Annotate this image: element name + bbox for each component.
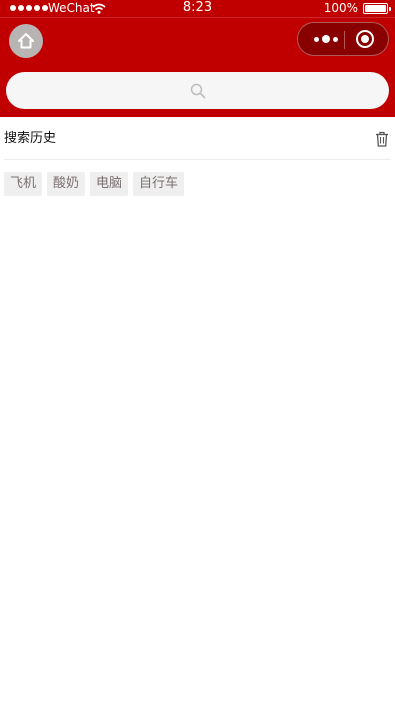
mini-program-close-icon[interactable] — [356, 30, 374, 48]
mini-program-capsule — [297, 22, 389, 56]
trash-icon[interactable] — [375, 131, 389, 147]
home-icon — [18, 33, 34, 49]
history-tag[interactable]: 电脑 — [90, 172, 129, 196]
search-input[interactable] — [6, 72, 389, 109]
status-divider — [0, 17, 395, 18]
capsule-divider — [344, 31, 345, 49]
search-box[interactable] — [6, 72, 389, 109]
battery-icon — [363, 3, 391, 14]
header-bar: WeChat 8:23 100% — [0, 0, 395, 117]
history-tag[interactable]: 飞机 — [4, 172, 43, 196]
battery-percent: 100% — [323, 1, 358, 15]
search-history-header: 搜索历史 — [4, 122, 391, 160]
home-button[interactable] — [9, 24, 43, 58]
search-history-title: 搜索历史 — [4, 131, 57, 146]
history-tag[interactable]: 自行车 — [133, 172, 185, 196]
search-history-list: 飞机 酸奶 电脑 自行车 — [4, 172, 185, 196]
status-bar: WeChat 8:23 100% — [0, 0, 395, 17]
more-dots-icon[interactable] — [308, 23, 344, 55]
history-tag[interactable]: 酸奶 — [47, 172, 86, 196]
